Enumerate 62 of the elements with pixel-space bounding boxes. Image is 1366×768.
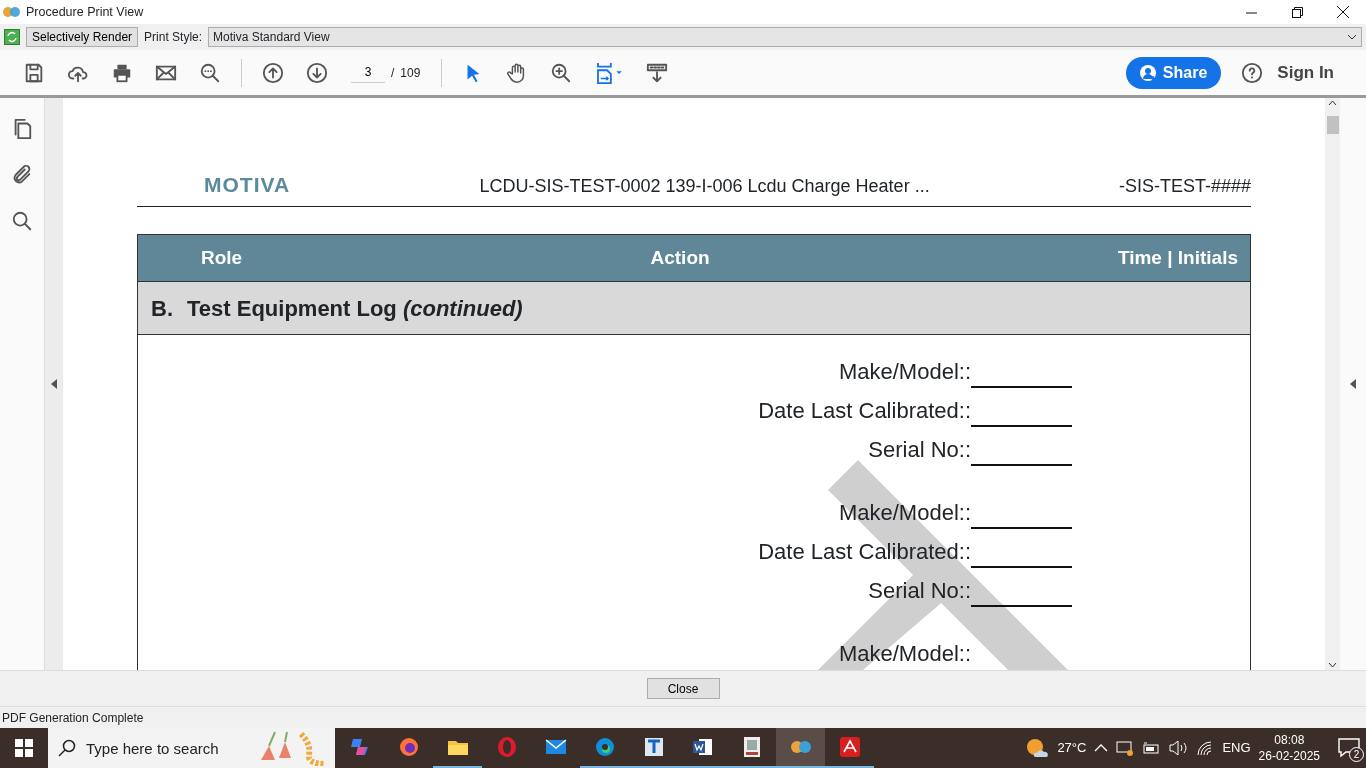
page-number-field[interactable]: 3 [351,62,385,83]
language-indicator[interactable]: ENG [1222,738,1251,758]
notifications-button[interactable]: 2 [1338,737,1360,759]
field-label: Make/Model:: [838,640,971,668]
scroll-up-icon[interactable] [1328,100,1337,106]
column-header: Time | Initials [1117,245,1238,270]
section-letter: B. [151,294,173,323]
print-style-label: Print Style: [144,29,203,46]
user-add-icon [1139,63,1158,82]
document-title: LCDU-SIS-TEST-0002 139-I-006 Lcdu Charge Heater ... [479,175,930,198]
column-header: Action [650,245,710,270]
field-label: Make/Model:: [838,358,971,386]
taskbar-search-field[interactable]: Type here to search [48,728,335,768]
chevron-up-icon[interactable] [1094,744,1109,752]
section-title: Test Equipment Log (continued) [187,294,523,323]
weather-icon [1025,737,1050,759]
restore-icon [1291,6,1303,18]
scroll-thumb[interactable] [1326,116,1339,134]
windows-icon [15,739,33,757]
attachment-icon[interactable] [11,164,33,186]
zoom-in-icon[interactable] [550,61,573,84]
battery-icon[interactable] [1142,741,1161,755]
collapse-left-icon[interactable] [51,379,57,389]
pdf-app-icon [837,735,862,759]
monitor-icon[interactable] [1116,740,1135,756]
page-total: 109 [400,64,421,82]
field-label: Serial No:: [868,577,971,605]
weather-temperature: 27°C [1057,739,1087,758]
app-logo-icon [3,6,21,18]
field-label: Make/Model:: [838,499,971,527]
document-id: -SIS-TEST-#### [1118,175,1251,198]
chevron-down-icon [1347,34,1357,40]
notification-count: 2 [1349,747,1364,763]
page-down-icon[interactable] [306,61,328,84]
chat-icon [1338,738,1360,759]
scroll-mode-icon[interactable] [646,61,669,84]
save-icon[interactable] [23,61,45,84]
close-button[interactable]: Close [646,678,720,699]
scroll-down-icon[interactable] [1328,662,1337,668]
status-text: PDF Generation Complete [0,706,1366,728]
clock-date[interactable]: 26-02-2025 [1258,748,1320,765]
field-label: Serial No:: [868,436,971,464]
window-title: Procedure Print View [26,3,144,21]
share-button[interactable]: Share [1125,56,1222,89]
collapse-right-icon[interactable] [1350,379,1356,389]
volume-icon[interactable] [1168,740,1189,756]
selectively-render-button[interactable]: Selectively Render [26,27,139,47]
print-style-dropdown[interactable]: Motiva Standard View [208,27,1362,47]
refresh-icon[interactable] [4,29,20,45]
search-icon[interactable] [11,210,33,232]
field-label: Date Last Calibrated:: [758,538,971,566]
clock-time[interactable]: 08:08 [1258,731,1320,748]
zoom-out-icon[interactable] [199,61,221,84]
column-header: Role [201,245,243,270]
company-logo: MOTIVA [204,171,291,198]
search-icon [58,739,76,757]
close-icon [1337,6,1349,18]
page-separator: / [391,64,395,82]
sign-in-link[interactable]: Sign In [1277,59,1334,86]
help-icon[interactable] [1241,61,1264,84]
page-up-icon[interactable] [262,61,284,84]
field-label: Date Last Calibrated:: [758,397,971,425]
